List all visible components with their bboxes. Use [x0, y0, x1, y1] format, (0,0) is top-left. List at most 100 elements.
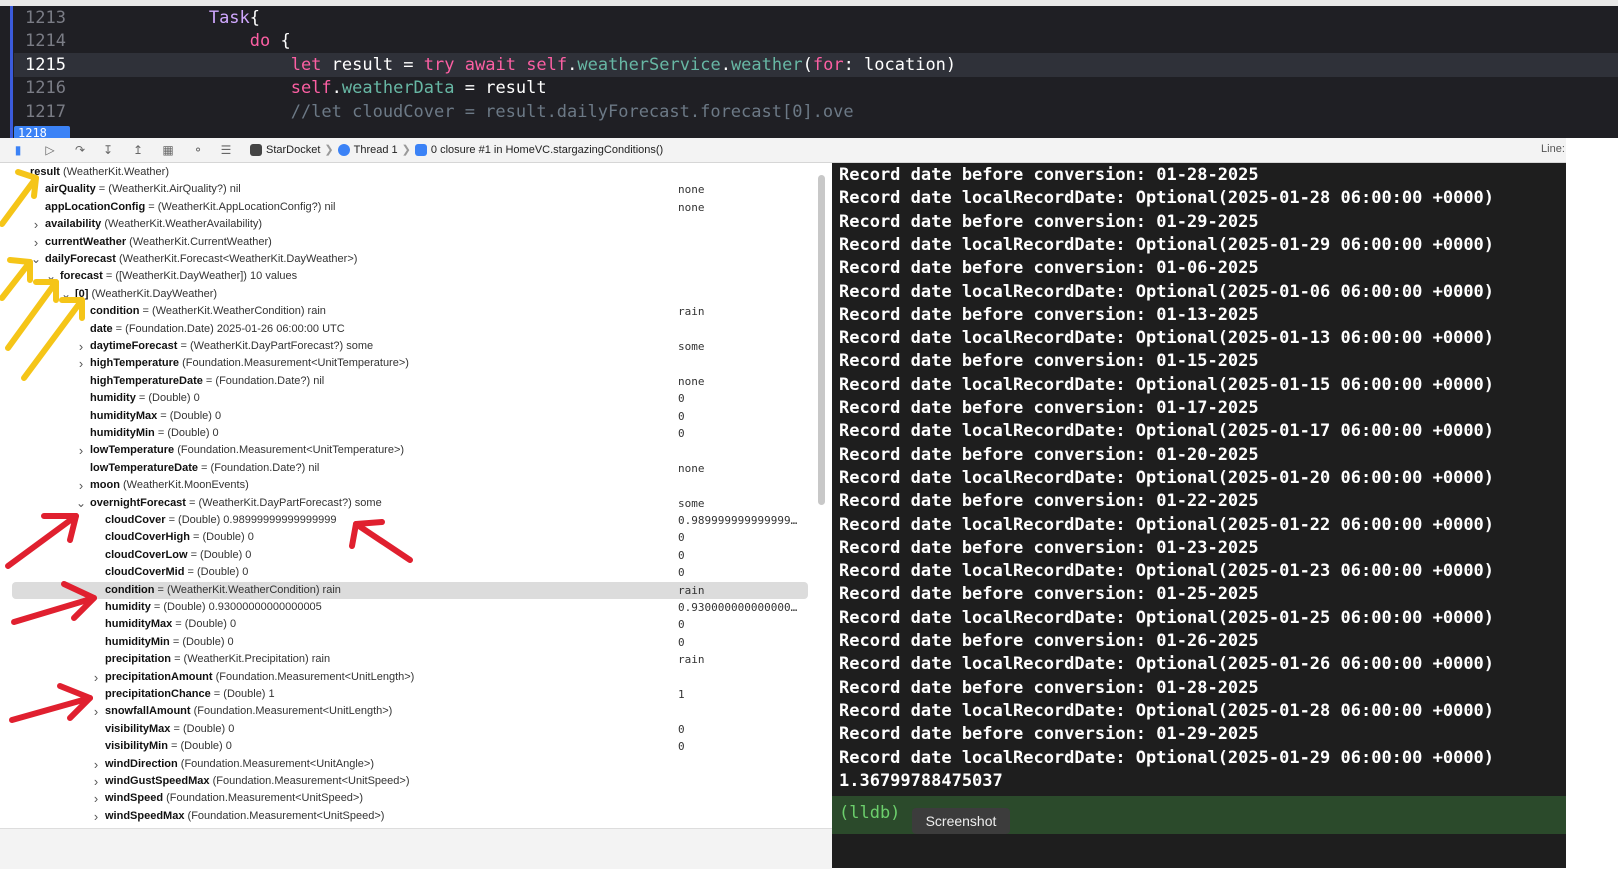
crumb-app[interactable]: StarDocket	[266, 144, 320, 156]
variable-row[interactable]: precipitationChance = (Double) 1 1	[0, 686, 820, 703]
variable-row[interactable]: lowTemperatureDate = (Foundation.Date?) …	[0, 460, 820, 477]
variable-type: = (WeatherKit.AppLocationConfig?) nil	[145, 200, 336, 213]
chevron-right-icon[interactable]: ›	[91, 756, 101, 773]
variable-label: daytimeForecast = (WeatherKit.DayPartFor…	[90, 338, 373, 355]
code-line[interactable]: 1213 Task{	[14, 6, 1618, 30]
variable-row[interactable]: › highTemperature (Foundation.Measurement…	[0, 355, 820, 372]
breakpoint-marker[interactable]: 1218	[14, 126, 70, 138]
step-over-icon[interactable]: ↷	[72, 142, 88, 158]
variable-row[interactable]: › windSpeedMax (Foundation.Measurement<Un…	[0, 808, 820, 825]
code-line[interactable]: 1216 self.weatherData = result	[14, 76, 1618, 100]
code-line[interactable]: 1215 let result = try await self.weather…	[14, 52, 1618, 77]
variable-row[interactable]: ⌄ result (WeatherKit.Weather)	[0, 164, 820, 181]
chevron-down-icon[interactable]: ⌄	[31, 251, 41, 268]
breakpoints-toggle-icon[interactable]: ▮	[10, 142, 26, 158]
variable-row[interactable]: humidityMin = (Double) 0 0	[0, 634, 820, 651]
code-line[interactable]: 1214 do {	[14, 29, 1618, 53]
line-number[interactable]: 1215	[14, 53, 66, 77]
variable-name: forecast	[60, 270, 103, 283]
variable-row[interactable]: ⌄ [0] (WeatherKit.DayWeather)	[0, 286, 820, 303]
variable-row[interactable]: highTemperatureDate = (Foundation.Date?)…	[0, 373, 820, 390]
chevron-right-icon[interactable]: ›	[91, 703, 101, 720]
variable-name: appLocationConfig	[45, 200, 146, 213]
variable-row[interactable]: › lowTemperature (Foundation.Measurement<…	[0, 442, 820, 459]
code-line[interactable]: 1217 //let cloudCover = result.dailyFore…	[14, 100, 1618, 124]
line-number[interactable]: 1214	[14, 29, 66, 53]
variable-row[interactable]: › windGustSpeedMax (Foundation.Measuremen…	[0, 773, 820, 790]
console-view[interactable]: Record date before conversion: 01-28-202…	[832, 163, 1618, 868]
variable-row[interactable]: › windDirection (Foundation.Measurement<U…	[0, 756, 820, 773]
continue-icon[interactable]: ▷	[42, 142, 58, 158]
memory-graph-icon[interactable]: ⚬	[190, 142, 206, 158]
variable-row[interactable]: precipitation = (WeatherKit.Precipitatio…	[0, 651, 820, 668]
console-line: Record date before conversion: 01-28-202…	[839, 165, 1259, 185]
variable-name: humidity	[90, 392, 136, 405]
chevron-right-icon[interactable]: ›	[31, 234, 41, 251]
variable-row[interactable]: visibilityMin = (Double) 0 0	[0, 738, 820, 755]
console-line: 1.36799788475037	[839, 770, 1003, 791]
chevron-down-icon[interactable]: ⌄	[16, 164, 26, 181]
variable-name: overnightForecast	[90, 496, 186, 509]
line-number[interactable]: 1217	[14, 100, 66, 124]
variable-row[interactable]: cloudCover = (Double) 0.9899999999999999…	[0, 512, 820, 529]
chevron-right-icon[interactable]: ›	[76, 442, 86, 459]
variable-value: rain	[678, 653, 705, 667]
variable-row[interactable]: cloudCoverLow = (Double) 0 0	[0, 547, 820, 564]
environment-icon[interactable]: ☰	[218, 142, 234, 158]
variables-view[interactable]: ⌄ result (WeatherKit.Weather) airQuality =…	[0, 163, 832, 868]
line-number[interactable]: 1216	[14, 76, 66, 100]
code-editor[interactable]: 1213 Task{1214 do {1215 let result = try…	[0, 0, 1618, 138]
view-hierarchy-icon[interactable]: ▦	[160, 142, 176, 158]
variable-row[interactable]: humidityMin = (Double) 0 0	[0, 425, 820, 442]
variable-row[interactable]: › windSpeed (Foundation.Measurement<UnitS…	[0, 790, 820, 807]
crumb-frame[interactable]: 0 closure #1 in HomeVC.stargazingConditi…	[431, 144, 663, 156]
step-into-icon[interactable]: ↧	[100, 142, 116, 158]
variable-row[interactable]: humidity = (Double) 0.93000000000000005 0…	[0, 599, 820, 616]
variable-row[interactable]: ⌄ dailyForecast (WeatherKit.Forecast<Weat…	[0, 251, 820, 268]
variable-row[interactable]: › precipitationAmount (Foundation.Measure…	[0, 669, 820, 686]
variable-row[interactable]: humidity = (Double) 0 0	[0, 390, 820, 407]
variable-value: 0	[678, 427, 685, 440]
chevron-right-icon[interactable]: ›	[91, 669, 101, 686]
crumb-thread[interactable]: Thread 1	[354, 144, 398, 156]
chevron-down-icon[interactable]: ⌄	[46, 268, 56, 285]
variable-row[interactable]: humidityMax = (Double) 0 0	[0, 616, 820, 633]
chevron-right-icon[interactable]: ›	[31, 216, 41, 233]
step-out-icon[interactable]: ↥	[130, 142, 146, 158]
variable-name: lowTemperatureDate	[90, 461, 198, 474]
variable-row[interactable]: airQuality = (WeatherKit.AirQuality?) ni…	[0, 181, 820, 198]
variable-name: availability	[45, 218, 102, 231]
variable-row[interactable]: date = (Foundation.Date) 2025-01-26 06:0…	[0, 321, 820, 338]
chevron-right-icon[interactable]: ›	[76, 338, 86, 355]
variable-label: cloudCover = (Double) 0.9899999999999999…	[105, 512, 336, 529]
variable-row[interactable]: cloudCoverMid = (Double) 0 0	[0, 564, 820, 581]
variables-scrollbar[interactable]	[818, 175, 825, 505]
chevron-right-icon[interactable]: ›	[91, 808, 101, 825]
variable-type: (WeatherKit.MoonEvents)	[119, 479, 249, 492]
chevron-right-icon[interactable]: ›	[76, 477, 86, 494]
variable-row[interactable]: visibilityMax = (Double) 0 0	[0, 721, 820, 738]
variable-row[interactable]: › moon (WeatherKit.MoonEvents)	[0, 477, 820, 494]
variable-row[interactable]: condition = (WeatherKit.WeatherCondition…	[0, 303, 820, 320]
variable-row[interactable]: › snowfallAmount (Foundation.Measurement<…	[0, 703, 820, 720]
variable-row[interactable]: humidityMax = (Double) 0 0	[0, 408, 820, 425]
variable-row[interactable]: › daytimeForecast = (WeatherKit.DayPartFo…	[0, 338, 820, 355]
variable-name: precipitationChance	[105, 688, 211, 700]
variable-row[interactable]: condition = (WeatherKit.WeatherCondition…	[12, 581, 808, 599]
chevron-down-icon[interactable]: ⌄	[61, 286, 71, 303]
variable-row[interactable]: ⌄ overnightForecast = (WeatherKit.DayPart…	[0, 495, 820, 512]
chevron-right-icon[interactable]: ›	[91, 773, 101, 790]
variable-name: daytimeForecast	[90, 340, 178, 352]
variable-label: snowfallAmount (Foundation.Measurement<U…	[105, 703, 392, 720]
chevron-down-icon[interactable]: ⌄	[76, 495, 86, 512]
variable-row[interactable]: › availability (WeatherKit.WeatherAvailab…	[0, 216, 820, 233]
variable-row[interactable]: appLocationConfig = (WeatherKit.AppLocat…	[0, 199, 820, 216]
variable-name: condition	[90, 305, 140, 318]
chevron-right-icon[interactable]: ›	[76, 355, 86, 372]
chevron-right-icon[interactable]: ›	[91, 790, 101, 807]
variable-row[interactable]: ⌄ forecast = ([WeatherKit.DayWeather]) 10…	[0, 268, 820, 285]
frame-icon	[414, 143, 427, 156]
variable-row[interactable]: › currentWeather (WeatherKit.CurrentWeath…	[0, 234, 820, 251]
variable-row[interactable]: cloudCoverHigh = (Double) 0 0	[0, 529, 820, 546]
line-number[interactable]: 1213	[14, 6, 66, 30]
